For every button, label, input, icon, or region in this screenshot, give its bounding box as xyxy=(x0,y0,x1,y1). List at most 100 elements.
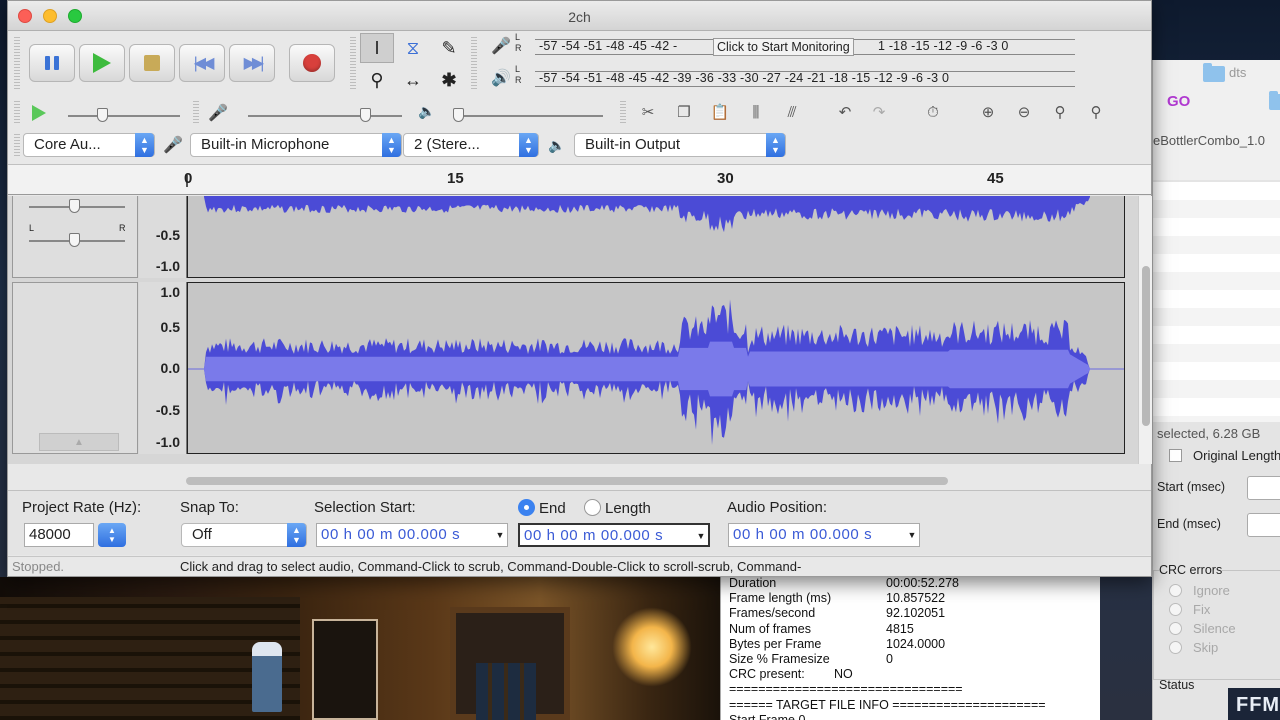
audio-host-select[interactable]: Core Au... ▲ ▼ xyxy=(23,133,155,157)
start-monitoring-button[interactable]: Click to Start Monitoring xyxy=(713,38,854,56)
zoom-tool-icon[interactable]: ⚲ xyxy=(360,65,394,95)
play-icon xyxy=(93,53,111,73)
copy-button[interactable]: ❐ xyxy=(669,99,699,125)
play-button[interactable] xyxy=(79,44,125,82)
zoom-in-button[interactable]: ⊕ xyxy=(973,99,1003,125)
vertical-scrollbar[interactable] xyxy=(1138,196,1152,464)
project-rate-field[interactable]: 48000 xyxy=(24,523,94,547)
folder-icon[interactable] xyxy=(1269,91,1280,110)
time-shift-tool-icon[interactable]: ↔ xyxy=(396,65,430,95)
gain-slider-thumb[interactable] xyxy=(69,199,80,213)
end-msec-field[interactable] xyxy=(1247,513,1280,537)
skip-to-start-button[interactable]: |◀◀ xyxy=(179,44,225,82)
length-radio[interactable]: Length xyxy=(584,499,651,517)
snap-to-select[interactable]: Off ▲ ▼ xyxy=(181,523,307,547)
input-volume-slider[interactable] xyxy=(248,115,402,117)
length-radio-label: Length xyxy=(605,500,651,517)
crc-silence-radio[interactable] xyxy=(1169,622,1182,635)
original-length-checkbox[interactable] xyxy=(1169,449,1182,462)
sync-lock-button[interactable]: ⏱ xyxy=(918,99,948,125)
crc-ignore-radio[interactable] xyxy=(1169,584,1182,597)
collapse-track-button[interactable]: ▲ xyxy=(39,433,119,451)
play-speed-slider[interactable] xyxy=(68,115,180,117)
meter-channel-label: LR xyxy=(515,64,522,85)
selection-start-label: Selection Start: xyxy=(314,499,416,516)
play-at-speed-button[interactable] xyxy=(26,101,52,125)
fit-project-button[interactable]: ⚲ xyxy=(1081,99,1111,125)
selection-end-time[interactable]: 00 h 00 m 00.000 s ▼ xyxy=(518,523,710,547)
toolbar-grip[interactable] xyxy=(350,37,356,91)
zoom-in-icon: ⊕ xyxy=(981,104,995,121)
scroll-thumb[interactable] xyxy=(1142,266,1150,426)
pause-button[interactable] xyxy=(29,44,75,82)
draw-tool-icon[interactable]: ✎ xyxy=(432,33,466,63)
audio-position-time[interactable]: 00 h 00 m 00.000 s ▼ xyxy=(728,523,920,547)
multi-tool-icon[interactable]: ✱ xyxy=(432,65,466,95)
slider-thumb[interactable] xyxy=(97,108,108,122)
crc-skip-radio[interactable] xyxy=(1169,641,1182,654)
file-info-row: Frame length (ms) 10.857522 xyxy=(729,591,1046,606)
cut-button[interactable]: ✂ xyxy=(633,99,663,125)
scissors-icon: ✂ xyxy=(641,104,655,121)
paste-button[interactable]: 📋 xyxy=(705,99,735,125)
file-info-value: 0 xyxy=(886,652,893,667)
go-menu[interactable]: GO xyxy=(1167,93,1190,110)
silence-button[interactable]: ⫻ xyxy=(777,99,807,125)
folder-icon[interactable] xyxy=(1203,63,1225,82)
project-rate-stepper[interactable]: ▲ ▼ xyxy=(98,523,126,547)
fit-selection-button[interactable]: ⚲ xyxy=(1045,99,1075,125)
chevron-down-icon[interactable]: ▼ xyxy=(696,525,706,547)
output-volume-slider[interactable] xyxy=(453,115,603,117)
amplitude-label: -0.5 xyxy=(155,227,180,243)
horizontal-scrollbar[interactable] xyxy=(8,466,1138,490)
crc-fix-radio[interactable] xyxy=(1169,603,1182,616)
snap-to-value: Off xyxy=(192,526,212,543)
track-control-panel[interactable]: ▲ xyxy=(12,282,138,454)
toolbar-grip[interactable] xyxy=(471,37,477,91)
toolbar-grip[interactable] xyxy=(14,101,20,125)
chevron-down-icon[interactable]: ▼ xyxy=(907,524,917,546)
chevron-down-icon[interactable]: ▼ xyxy=(495,524,505,546)
input-channels-select[interactable]: 2 (Stere... ▲ ▼ xyxy=(403,133,539,157)
toolbar-grip[interactable] xyxy=(620,101,626,125)
slider-thumb[interactable] xyxy=(453,108,464,122)
record-button[interactable] xyxy=(289,44,335,82)
toolbar-grip[interactable] xyxy=(14,37,20,91)
folder-name[interactable]: dts xyxy=(1229,65,1246,80)
pan-slider-thumb[interactable] xyxy=(69,233,80,247)
toolbar-grip[interactable] xyxy=(14,134,20,158)
start-msec-field[interactable] xyxy=(1247,476,1280,500)
playback-meter[interactable]: 🔊 LR -57 -54 -51 -48 -45 -42 -39 -36 -33… xyxy=(491,64,1075,94)
redo-button[interactable]: ↷ xyxy=(864,99,894,125)
input-device-select[interactable]: Built-in Microphone ▲ ▼ xyxy=(190,133,402,157)
slider-thumb[interactable] xyxy=(360,108,371,122)
toolbar-grip[interactable] xyxy=(193,101,199,125)
zoom-out-button[interactable]: ⊖ xyxy=(1009,99,1039,125)
selection-tool-icon[interactable]: I xyxy=(360,33,394,63)
end-radio[interactable]: End xyxy=(518,499,566,517)
trim-button[interactable]: ⫼ xyxy=(741,99,771,125)
scroll-thumb[interactable] xyxy=(186,477,948,485)
waveform-channel-left[interactable] xyxy=(187,196,1125,278)
skip-to-end-button[interactable]: ▶▶| xyxy=(229,44,275,82)
file-info-row: CRC present: NO xyxy=(729,667,1046,682)
file-info-key: CRC present: xyxy=(729,667,805,682)
file-info-value: 92.102051 xyxy=(886,606,946,621)
microphone-icon[interactable]: 🎤 xyxy=(491,36,511,56)
output-device-select[interactable]: Built-in Output ▲ ▼ xyxy=(574,133,786,157)
undo-button[interactable]: ↶ xyxy=(830,99,860,125)
stop-button[interactable] xyxy=(129,44,175,82)
speaker-icon[interactable]: 🔊 xyxy=(491,68,511,88)
timeline-ruler[interactable]: 0 15 30 45 xyxy=(8,164,1151,195)
title-bar[interactable]: 2ch xyxy=(8,1,1151,31)
file-name[interactable]: eBottlerCombo_1.0 xyxy=(1153,133,1265,148)
file-list[interactable] xyxy=(1153,182,1280,422)
skip-end-icon: ▶▶| xyxy=(243,55,265,72)
track-control-panel[interactable]: L R xyxy=(12,196,138,278)
envelope-tool-icon[interactable]: ⧖ xyxy=(396,33,430,63)
waveform-channel-right[interactable] xyxy=(187,282,1125,454)
file-info-window: Duration 00:00:52.278 Frame length (ms) 10.… xyxy=(720,577,1100,720)
audio-position-label: Audio Position: xyxy=(727,499,828,516)
tracks-panel[interactable]: L R -0.5 -1.0 ▲ 1.0 0.5 0.0 -0.5 -1.0 xyxy=(8,196,1138,464)
selection-start-time[interactable]: 00 h 00 m 00.000 s ▼ xyxy=(316,523,508,547)
